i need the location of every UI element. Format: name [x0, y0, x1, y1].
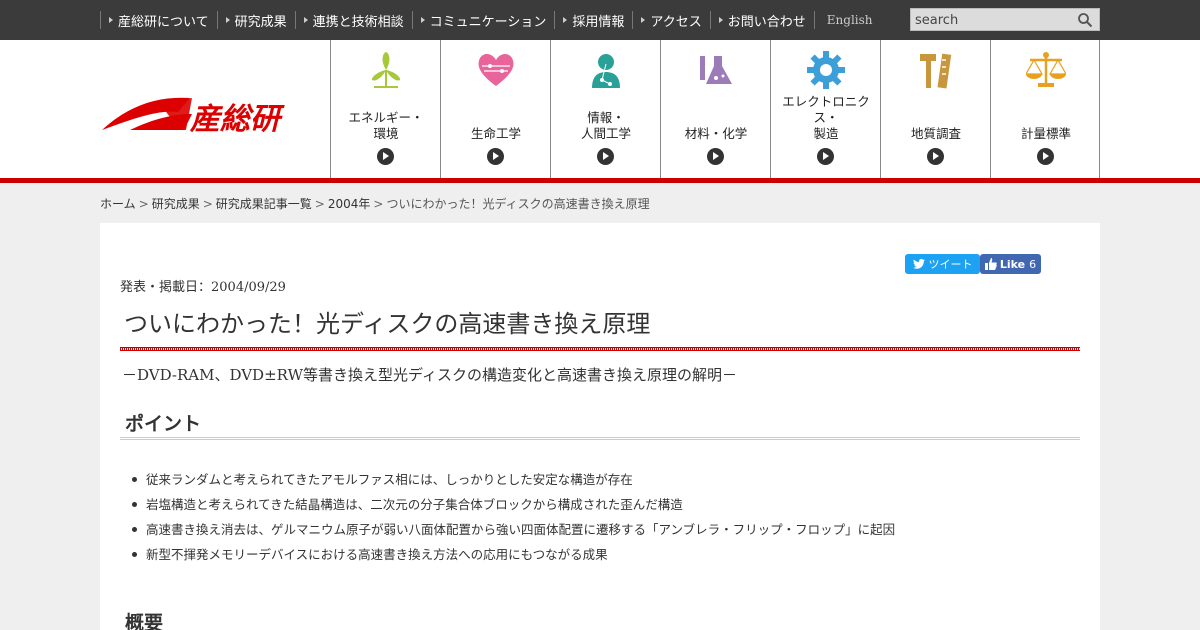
title-divider — [120, 347, 1080, 351]
arrow-right-icon — [707, 148, 724, 165]
points-heading: ポイント — [125, 413, 202, 435]
arrow-right-icon — [377, 148, 394, 165]
search-box — [910, 8, 1100, 31]
points-list: 従来ランダムと考えられてきたアモルファス相には、しっかりとした安定な構造が存在 … — [130, 467, 895, 567]
top-nav: 産総研について 研究成果 連携と技術相談 コミュニケーション 採用情報 アクセス… — [100, 0, 881, 40]
topnav-research-results[interactable]: 研究成果 — [216, 11, 295, 30]
field-materials-chemistry[interactable]: 材料・化学 — [660, 40, 770, 178]
triangle-right-icon — [420, 17, 425, 23]
person-network-icon — [592, 54, 620, 88]
triangle-right-icon — [641, 17, 646, 23]
points-divider — [120, 437, 1080, 440]
page-subtitle: －DVD-RAM、DVD±RW等書き換え型光ディスクの構造変化と高速書き換え原理… — [122, 366, 737, 384]
field-electronics-manufacturing[interactable]: エレクトロニクス・ 製造 — [770, 40, 880, 178]
list-item: 岩塩構造と考えられてきた結晶構造は、二次元の分子集合体ブロックから構成された歪ん… — [130, 492, 895, 517]
facebook-like-button[interactable]: Like 6 — [980, 254, 1041, 274]
breadcrumb: ホーム > 研究成果 > 研究成果記事一覧 >2004年 > ついにわかった！光ディスクの高速… — [100, 197, 650, 211]
triangle-right-icon — [225, 17, 230, 23]
flask-icon — [700, 56, 732, 84]
topnav-collaboration[interactable]: 連携と技術相談 — [294, 11, 412, 30]
page-title: ついにわかった！光ディスクの高速書き換え原理 — [124, 310, 651, 338]
social-buttons: ツイート Like 6 — [905, 254, 1041, 274]
breadcrumb-research-results[interactable]: 研究成果 — [152, 197, 200, 211]
wind-turbine-icon — [371, 52, 401, 88]
breadcrumb-current: ついにわかった！光ディスクの高速書き換え原理 — [386, 197, 650, 211]
triangle-right-icon — [109, 17, 113, 23]
like-count: 6 — [1029, 257, 1037, 271]
header-red-line — [0, 178, 1200, 183]
topnav-communication[interactable]: コミュニケーション — [411, 11, 555, 30]
gear-icon — [807, 51, 845, 89]
list-item: 新型不揮発メモリーデバイスにおける高速書き換え方法への応用にもつながる成果 — [130, 542, 895, 567]
field-label: 情報・ 人間工学 — [580, 110, 631, 141]
aist-logo-text: 産総研 — [190, 102, 280, 137]
field-information-human[interactable]: 情報・ 人間工学 — [550, 40, 660, 178]
field-life-science[interactable]: 生命工学 — [440, 40, 550, 178]
arrow-right-icon — [597, 148, 614, 165]
field-metrology[interactable]: 計量標準 — [990, 40, 1100, 178]
heart-icon — [478, 54, 514, 86]
triangle-right-icon — [563, 17, 568, 23]
topnav-contact[interactable]: お問い合わせ — [709, 11, 814, 30]
arrow-right-icon — [487, 148, 504, 165]
field-label: 地質調査 — [910, 126, 961, 141]
topnav-english-link[interactable]: English — [813, 11, 881, 29]
field-label: エネルギー・ 環境 — [348, 110, 424, 141]
field-geological-survey[interactable]: 地質調査 — [880, 40, 990, 178]
triangle-right-icon — [718, 17, 723, 23]
arrow-right-icon — [927, 148, 944, 165]
publication-date: 発表・掲載日：2004/09/29 — [120, 280, 286, 295]
summary-heading: 概要 — [125, 612, 164, 630]
field-energy-environment[interactable]: エネルギー・ 環境 — [330, 40, 440, 178]
topnav-access[interactable]: アクセス — [632, 11, 709, 30]
search-icon[interactable] — [1077, 12, 1093, 28]
article-content: ツイート Like 6 発表・掲載日：2004/09/29 ついにわかった！光デ… — [100, 223, 1100, 630]
research-field-nav: エネルギー・ 環境 生命工学 情報・ 人間工学 材料・化学 エレクトロニクス・ … — [330, 40, 1100, 178]
breadcrumb-article-list[interactable]: 研究成果記事一覧 — [216, 197, 312, 211]
topnav-about[interactable]: 産総研について — [100, 11, 217, 30]
arrow-right-icon — [817, 148, 834, 165]
search-input[interactable] — [911, 10, 1071, 31]
hammer-ruler-icon — [920, 53, 952, 89]
field-label: 生命工学 — [470, 126, 521, 141]
list-item: 従来ランダムと考えられてきたアモルファス相には、しっかりとした安定な構造が存在 — [130, 467, 895, 492]
field-label: 材料・化学 — [684, 126, 748, 141]
list-item: 高速書き換え消去は、ゲルマニウム原子が弱い八面体配置から強い四面体配置に遷移する… — [130, 517, 895, 542]
tweet-button[interactable]: ツイート — [905, 254, 980, 274]
thumbs-up-icon — [984, 258, 997, 270]
breadcrumb-year[interactable]: 2004年 — [328, 197, 371, 211]
topnav-recruit[interactable]: 採用情報 — [554, 11, 632, 30]
breadcrumb-home[interactable]: ホーム — [100, 197, 136, 211]
balance-scale-icon — [1026, 52, 1066, 87]
arrow-right-icon — [1037, 148, 1054, 165]
field-label: 計量標準 — [1020, 126, 1071, 141]
twitter-bird-icon — [912, 259, 925, 269]
triangle-right-icon — [303, 17, 308, 23]
field-label: エレクトロニクス・ 製造 — [782, 94, 870, 141]
